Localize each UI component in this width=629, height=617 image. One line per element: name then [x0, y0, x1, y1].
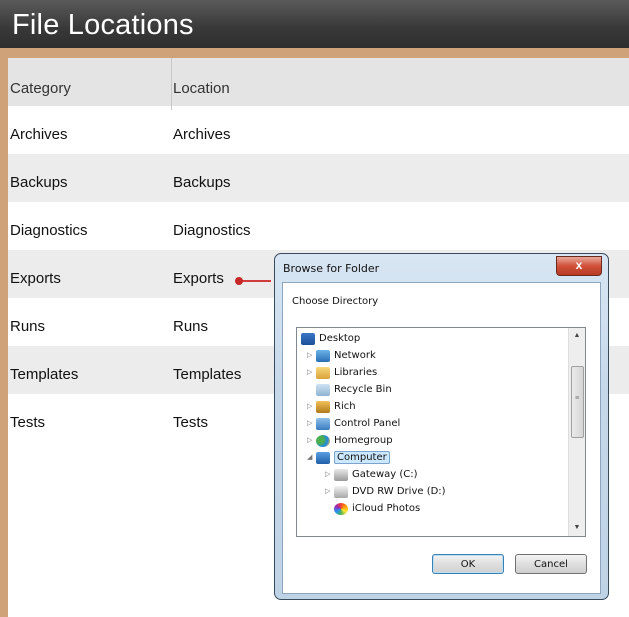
- column-header-category[interactable]: Category: [10, 58, 71, 106]
- scroll-thumb[interactable]: ≡: [571, 366, 584, 438]
- tree-item-desktop[interactable]: Desktop: [301, 330, 360, 347]
- browse-for-folder-dialog: Browse for Folder x Choose Directory Des…: [274, 253, 609, 600]
- expand-arrow-icon[interactable]: ▷: [307, 347, 316, 364]
- category-cell: Diagnostics: [10, 222, 88, 239]
- tree-item-libraries[interactable]: ▷ Libraries: [307, 364, 377, 381]
- location-cell[interactable]: Backups: [173, 154, 231, 202]
- scroll-up-arrow-icon[interactable]: ▲: [569, 328, 585, 344]
- tree-item-rich[interactable]: ▷ Rich: [307, 398, 356, 415]
- close-icon: x: [575, 258, 583, 272]
- expand-arrow-icon[interactable]: ▷: [307, 364, 316, 381]
- table-row[interactable]: Backups Backups: [8, 154, 629, 202]
- accent-border-top: [0, 48, 629, 58]
- collapse-arrow-icon[interactable]: ◢: [307, 449, 316, 466]
- folder-tree[interactable]: Desktop ▷ Network ▷ Libraries Recycle Bin …: [296, 327, 586, 537]
- cancel-button[interactable]: Cancel: [515, 554, 587, 574]
- scroll-down-arrow-icon[interactable]: ▼: [569, 520, 585, 536]
- expand-arrow-icon[interactable]: ▷: [307, 432, 316, 449]
- libraries-icon: [316, 366, 330, 379]
- location-cell[interactable]: Diagnostics: [173, 202, 251, 250]
- column-divider[interactable]: [171, 58, 172, 110]
- expand-arrow-icon[interactable]: ▷: [307, 415, 316, 432]
- recycle-bin-icon: [316, 383, 330, 396]
- desktop-icon: [301, 332, 315, 345]
- tree-item-homegroup[interactable]: ▷ Homegroup: [307, 432, 393, 449]
- tree-scrollbar[interactable]: ▲ ≡ ▼: [568, 328, 585, 536]
- ok-button[interactable]: OK: [432, 554, 504, 574]
- hard-drive-icon: [334, 468, 348, 481]
- dialog-body: Choose Directory Desktop ▷ Network ▷ Libra…: [282, 282, 601, 594]
- network-icon: [316, 349, 330, 362]
- page-title-bar: File Locations: [0, 0, 629, 48]
- scroll-grip-icon: ≡: [575, 395, 580, 402]
- location-cell[interactable]: Runs: [173, 298, 208, 346]
- category-cell: Exports: [10, 270, 61, 287]
- location-cell[interactable]: Templates: [173, 346, 241, 394]
- tree-item-dvd-drive[interactable]: ▷ DVD RW Drive (D:): [325, 483, 446, 500]
- dvd-drive-icon: [334, 485, 348, 498]
- close-button[interactable]: x: [556, 256, 602, 276]
- location-cell[interactable]: Tests: [173, 394, 208, 442]
- column-header-location[interactable]: Location: [173, 58, 230, 106]
- computer-icon: [316, 451, 330, 464]
- category-cell: Tests: [10, 414, 46, 431]
- icloud-photos-icon: [334, 502, 348, 515]
- user-folder-icon: [316, 400, 330, 413]
- dialog-title: Browse for Folder: [283, 262, 380, 275]
- expand-arrow-icon[interactable]: ▷: [325, 466, 334, 483]
- homegroup-icon: [316, 434, 330, 447]
- expand-arrow-icon[interactable]: ▷: [307, 398, 316, 415]
- tree-item-gateway-c[interactable]: ▷ Gateway (C:): [325, 466, 418, 483]
- dialog-prompt: Choose Directory: [292, 296, 379, 307]
- tree-item-recycle-bin[interactable]: Recycle Bin: [316, 381, 392, 398]
- tree-item-icloud-photos[interactable]: iCloud Photos: [334, 500, 420, 517]
- callout-dot: [235, 277, 243, 285]
- table-row[interactable]: Archives Archives: [8, 106, 629, 154]
- tree-item-control-panel[interactable]: ▷ Control Panel: [307, 415, 400, 432]
- table-header-row: Category Location: [8, 58, 629, 106]
- table-row[interactable]: Diagnostics Diagnostics: [8, 202, 629, 250]
- expand-arrow-icon[interactable]: ▷: [325, 483, 334, 500]
- tree-item-network[interactable]: ▷ Network: [307, 347, 376, 364]
- page-title: File Locations: [12, 9, 194, 41]
- accent-border-left: [0, 48, 8, 617]
- category-cell: Archives: [10, 126, 68, 143]
- category-cell: Runs: [10, 318, 46, 335]
- location-cell[interactable]: Archives: [173, 106, 231, 154]
- category-cell: Backups: [10, 174, 68, 191]
- category-cell: Templates: [10, 366, 79, 383]
- tree-item-computer[interactable]: ◢ Computer: [307, 449, 390, 466]
- location-cell[interactable]: Exports: [173, 250, 224, 298]
- control-panel-icon: [316, 417, 330, 430]
